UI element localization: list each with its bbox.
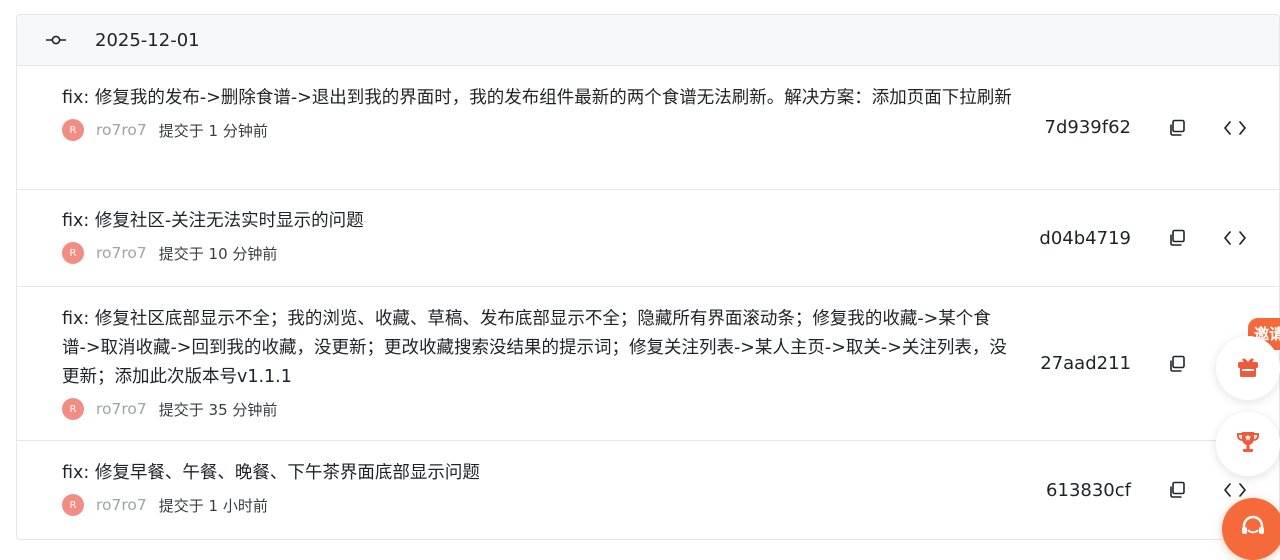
commit-row: fix: 修复社区底部显示不全；我的浏览、收藏、草稿、发布底部显示不全；隐藏所有…	[17, 287, 1279, 441]
avatar[interactable]: R	[62, 494, 84, 516]
customer-service-icon	[1239, 513, 1267, 545]
commit-date: 2025-12-01	[95, 29, 200, 51]
commit-message[interactable]: fix: 修复社区-关注无法实时显示的问题	[62, 207, 1012, 236]
commit-time: 提交于 10 分钟前	[158, 244, 278, 263]
commit-row: fix: 修复早餐、午餐、晚餐、下午茶界面底部显示问题 R ro7ro7 提交于…	[17, 441, 1279, 539]
code-icon[interactable]	[1221, 116, 1249, 140]
commit-row: fix: 修复社区-关注无法实时显示的问题 R ro7ro7 提交于 10 分钟…	[17, 190, 1279, 287]
commit-sha[interactable]: 27aad211	[1021, 353, 1131, 374]
commit-author[interactable]: ro7ro7	[96, 400, 147, 418]
gift-button[interactable]	[1216, 336, 1280, 400]
commit-sha[interactable]: 7d939f62	[1021, 117, 1131, 138]
commit-time: 提交于 35 分钟前	[158, 400, 278, 419]
git-commit-icon	[17, 34, 95, 46]
commit-author[interactable]: ro7ro7	[96, 121, 147, 139]
avatar[interactable]: R	[62, 119, 84, 141]
commit-time: 提交于 1 分钟前	[158, 121, 268, 140]
commit-message[interactable]: fix: 修复社区底部显示不全；我的浏览、收藏、草稿、发布底部显示不全；隐藏所有…	[62, 305, 1012, 392]
copy-icon[interactable]	[1165, 226, 1189, 250]
trophy-button[interactable]	[1216, 412, 1280, 476]
commit-sha[interactable]: d04b4719	[1021, 228, 1131, 249]
commit-time: 提交于 1 小时前	[158, 496, 268, 515]
commit-author[interactable]: ro7ro7	[96, 244, 147, 262]
code-icon[interactable]	[1221, 226, 1249, 250]
copy-icon[interactable]	[1165, 116, 1189, 140]
commit-message[interactable]: fix: 修复早餐、午餐、晚餐、下午茶界面底部显示问题	[62, 459, 1012, 488]
trophy-icon	[1235, 429, 1261, 459]
commit-row: fix: 修复我的发布->删除食谱->退出到我的界面时，我的发布组件最新的两个食…	[17, 66, 1279, 190]
gift-icon	[1235, 353, 1261, 383]
avatar[interactable]: R	[62, 398, 84, 420]
commit-message[interactable]: fix: 修复我的发布->删除食谱->退出到我的界面时，我的发布组件最新的两个食…	[62, 84, 1012, 113]
commit-group-header: 2025-12-01	[17, 15, 1279, 66]
copy-icon[interactable]	[1165, 478, 1189, 502]
commit-group: 2025-12-01 fix: 修复我的发布->删除食谱->退出到我的界面时，我…	[16, 14, 1280, 540]
commit-sha[interactable]: 613830cf	[1021, 480, 1131, 501]
customer-service-button[interactable]	[1222, 498, 1280, 560]
commit-author[interactable]: ro7ro7	[96, 496, 147, 514]
copy-icon[interactable]	[1165, 352, 1189, 376]
avatar[interactable]: R	[62, 242, 84, 264]
